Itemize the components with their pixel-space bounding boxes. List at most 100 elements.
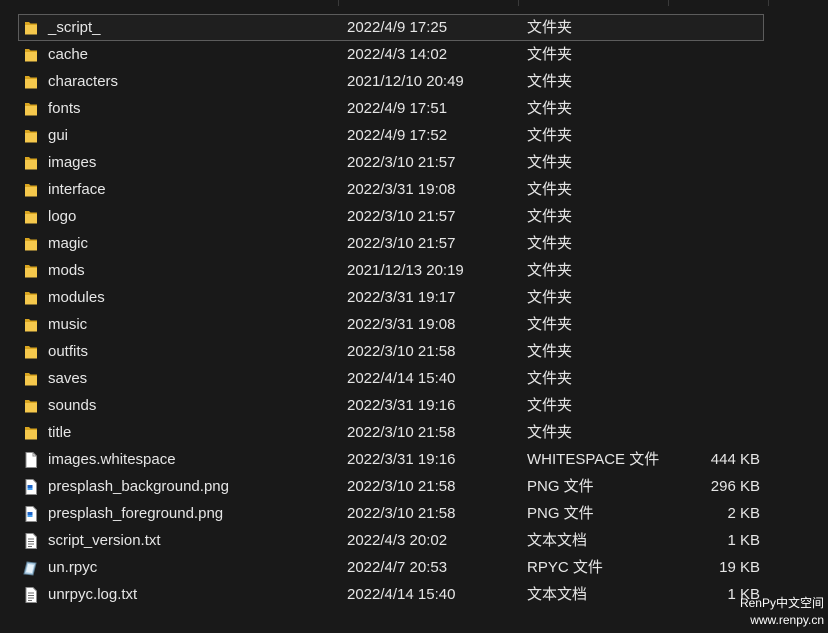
file-name[interactable]: images [48,149,96,176]
file-size [660,203,760,230]
file-name[interactable]: logo [48,203,76,230]
file-name[interactable]: interface [48,176,106,203]
folder-icon [22,100,40,118]
file-row[interactable]: title 2022/3/10 21:58 文件夹 [0,419,828,446]
file-name[interactable]: fonts [48,95,81,122]
file-size: 2 KB [727,505,760,522]
file-date-modified: 2021/12/13 20:19 [347,262,464,279]
file-date-modified: 2022/4/3 14:02 [347,46,448,63]
file-name[interactable]: mods [48,257,85,284]
file-size [660,122,760,149]
blank-file-icon [22,451,40,469]
file-name[interactable]: magic [48,230,88,257]
file-date-modified: 2022/3/31 19:08 [347,181,456,198]
file-name[interactable]: gui [48,122,68,149]
file-row[interactable]: sounds 2022/3/31 19:16 文件夹 [0,392,828,419]
file-name[interactable]: cache [48,41,88,68]
file-type: PNG 文件 [527,505,594,522]
file-date-modified: 2022/4/3 20:02 [347,532,448,549]
file-size: 296 KB [710,478,760,495]
column-header-strip[interactable] [0,0,828,6]
watermark: RenPy中文空间 www.renpy.cn [740,595,824,629]
text-file-icon [22,532,40,550]
file-row[interactable]: magic 2022/3/10 21:57 文件夹 [0,230,828,257]
watermark-url: www.renpy.cn [750,613,824,627]
file-date-modified: 2022/3/31 19:16 [347,397,456,414]
file-name[interactable]: music [48,311,87,338]
text-file-icon [22,586,40,604]
column-divider[interactable] [338,0,339,6]
file-date-modified: 2022/3/31 19:17 [347,289,456,306]
file-row[interactable]: saves 2022/4/14 15:40 文件夹 [0,365,828,392]
file-date-modified: 2022/4/7 20:53 [347,559,448,576]
file-row[interactable]: fonts 2022/4/9 17:51 文件夹 [0,95,828,122]
column-divider[interactable] [768,0,769,6]
file-name[interactable]: title [48,419,71,446]
file-date-modified: 2022/4/14 15:40 [347,586,456,603]
file-row[interactable]: gui 2022/4/9 17:52 文件夹 [0,122,828,149]
file-row[interactable]: music 2022/3/31 19:08 文件夹 [0,311,828,338]
folder-icon [22,181,40,199]
file-row[interactable]: mods 2021/12/13 20:19 文件夹 [0,257,828,284]
file-name[interactable]: _script_ [48,14,101,41]
watermark-title: RenPy中文空间 [739,596,824,610]
file-row[interactable]: presplash_foreground.png 2022/3/10 21:58 P… [0,500,828,527]
file-row[interactable]: modules 2022/3/31 19:17 文件夹 [0,284,828,311]
file-type: 文件夹 [527,289,573,306]
file-name[interactable]: sounds [48,392,96,419]
file-type: WHITESPACE 文件 [527,451,660,468]
file-row[interactable]: presplash_background.png 2022/3/10 21:58 P… [0,473,828,500]
file-name[interactable]: presplash_foreground.png [48,500,223,527]
file-name[interactable]: characters [48,68,118,95]
file-row[interactable]: outfits 2022/3/10 21:58 文件夹 [0,338,828,365]
file-row[interactable]: unrpyc.log.txt 2022/4/14 15:40 文本文档 1 KB [0,581,828,608]
folder-icon [22,127,40,145]
folder-icon [22,46,40,64]
file-size: 19 KB [719,559,760,576]
file-name[interactable]: images.whitespace [48,446,176,473]
folder-icon [22,235,40,253]
file-name[interactable]: outfits [48,338,88,365]
file-name[interactable]: saves [48,365,87,392]
file-row[interactable]: un.rpyc 2022/4/7 20:53 RPYC 文件 19 KB [0,554,828,581]
file-row[interactable]: cache 2022/4/3 14:02 文件夹 [0,41,828,68]
file-row[interactable]: characters 2021/12/10 20:49 文件夹 [0,68,828,95]
file-type: 文件夹 [527,181,573,198]
file-size [660,230,760,257]
file-date-modified: 2022/3/10 21:58 [347,505,456,522]
file-list: _script_ 2022/4/9 17:25 文件夹 cache 2022/4/3 1… [0,14,828,608]
file-name[interactable]: un.rpyc [48,554,97,581]
file-size [660,392,760,419]
file-size [660,176,760,203]
file-date-modified: 2022/3/10 21:57 [347,154,456,171]
file-row[interactable]: _script_ 2022/4/9 17:25 文件夹 [0,14,828,41]
file-row[interactable]: logo 2022/3/10 21:57 文件夹 [0,203,828,230]
column-divider[interactable] [668,0,669,6]
file-date-modified: 2022/4/9 17:25 [347,19,448,36]
file-row[interactable]: images 2022/3/10 21:57 文件夹 [0,149,828,176]
file-row[interactable]: script_version.txt 2022/4/3 20:02 文本文档 1 KB [0,527,828,554]
folder-icon [22,208,40,226]
file-name[interactable]: unrpyc.log.txt [48,581,137,608]
file-name[interactable]: modules [48,284,105,311]
column-divider[interactable] [518,0,519,6]
folder-icon [22,397,40,415]
file-date-modified: 2022/3/10 21:58 [347,424,456,441]
file-type: 文件夹 [527,343,573,360]
file-type: 文件夹 [527,262,573,279]
file-size [660,365,760,392]
file-name[interactable]: script_version.txt [48,527,161,554]
file-name[interactable]: presplash_background.png [48,473,229,500]
image-file-icon [22,505,40,523]
folder-icon [22,424,40,442]
file-type: 文件夹 [527,154,573,171]
rpyc-file-icon [22,559,40,577]
file-type: 文件夹 [527,208,573,225]
file-row[interactable]: images.whitespace 2022/3/31 19:16 WHITESPA… [0,446,828,473]
folder-icon [22,343,40,361]
file-type: 文件夹 [527,46,573,63]
file-type: 文本文档 [527,532,588,549]
folder-icon [22,262,40,280]
file-row[interactable]: interface 2022/3/31 19:08 文件夹 [0,176,828,203]
file-date-modified: 2021/12/10 20:49 [347,73,464,90]
